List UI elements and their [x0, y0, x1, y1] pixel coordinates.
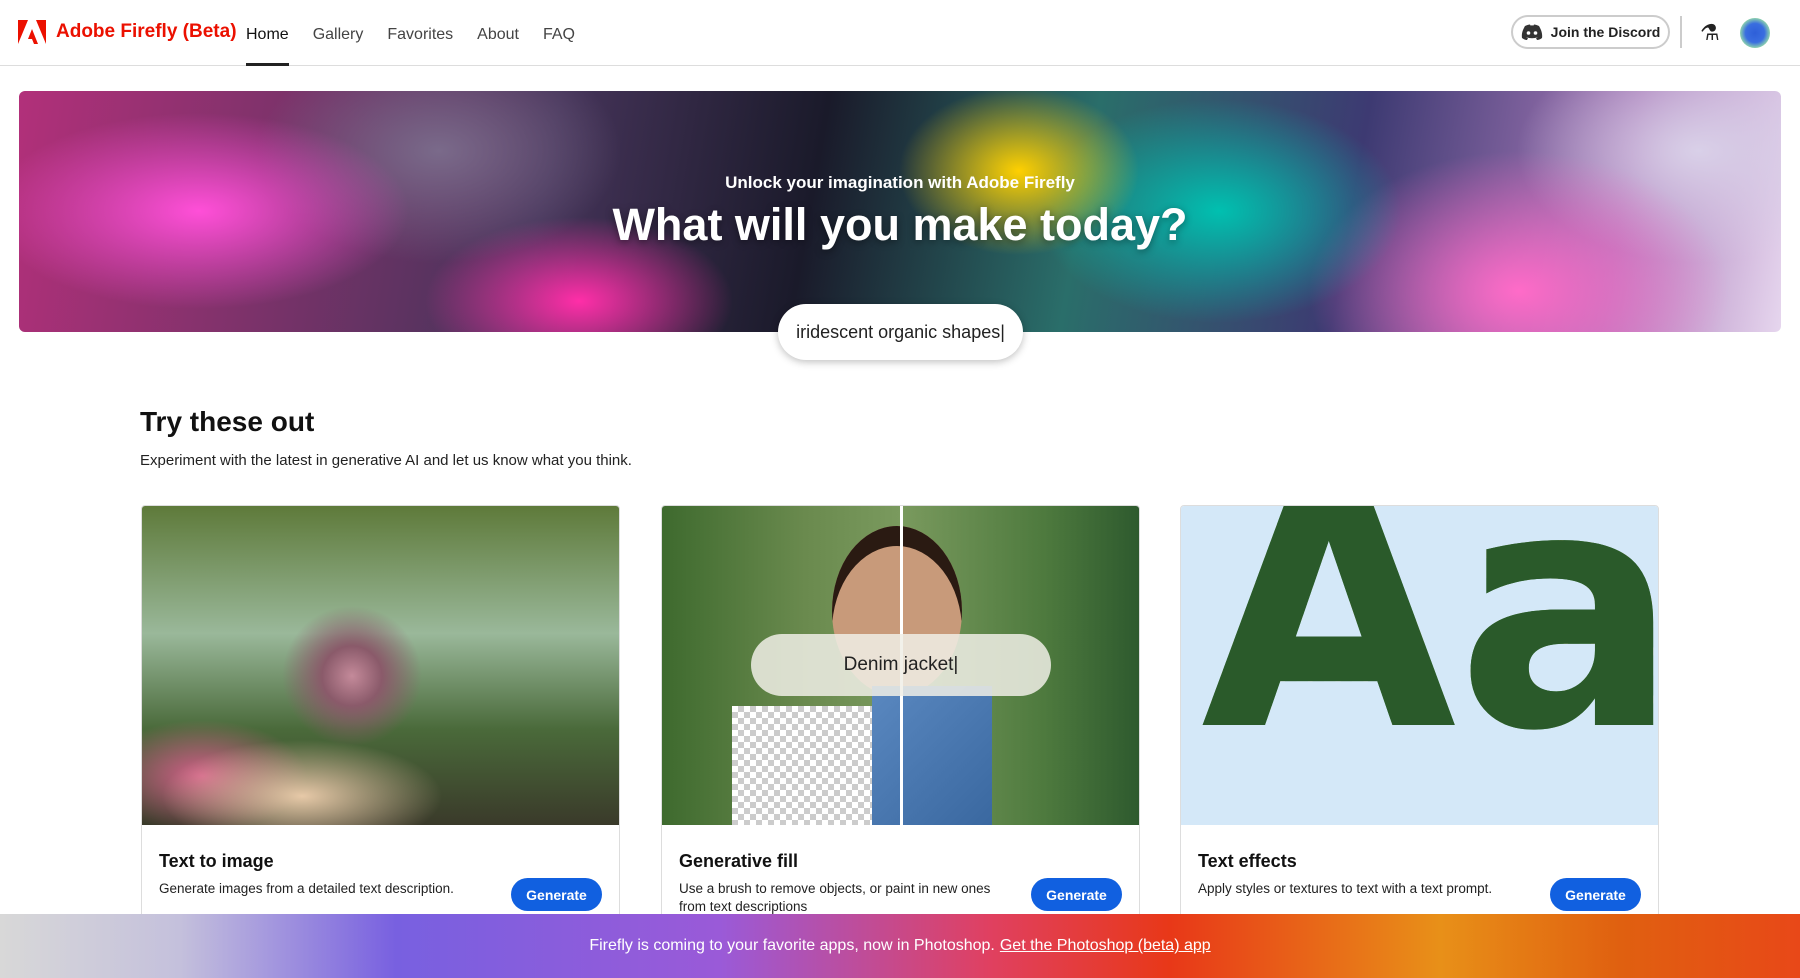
card-generative-fill[interactable]: Denim jacket| Generative fill Use a brus… — [661, 505, 1140, 925]
card-title: Text effects — [1198, 851, 1297, 871]
photoshop-beta-link[interactable]: Get the Photoshop (beta) app — [1000, 937, 1211, 955]
hero-title: What will you make today? — [612, 199, 1188, 250]
tab-about[interactable]: About — [477, 0, 519, 66]
top-nav: Adobe Firefly (Beta) Home Gallery Favori… — [0, 0, 1800, 66]
brand-name: Adobe Firefly (Beta) — [56, 21, 237, 42]
nav-tabs: Home Gallery Favorites About FAQ — [246, 0, 575, 66]
card-description: Apply styles or textures to text with a … — [1198, 881, 1493, 896]
transparency-checker — [732, 706, 872, 825]
hero-banner: Unlock your imagination with Adobe Firef… — [19, 91, 1781, 332]
tab-home[interactable]: Home — [246, 0, 289, 66]
discord-label: Join the Discord — [1550, 24, 1661, 40]
prompt-search-input[interactable]: iridescent organic shapes| — [778, 304, 1023, 360]
divider — [1680, 16, 1682, 48]
leaf-text-art: Aa — [1201, 506, 1658, 776]
card-image: Denim jacket| — [662, 506, 1139, 825]
tab-gallery[interactable]: Gallery — [313, 0, 364, 66]
flask-icon[interactable]: ⚗ — [1700, 20, 1720, 46]
card-image — [142, 506, 619, 825]
banner-text: Firefly is coming to your favorite apps,… — [589, 937, 995, 954]
card-text-effects[interactable]: Aa Text effects Apply styles or textures… — [1180, 505, 1659, 925]
promo-banner: Firefly is coming to your favorite apps,… — [0, 914, 1800, 978]
denim-jacket — [872, 686, 992, 825]
section-title: Try these out — [140, 406, 315, 437]
discord-icon — [1521, 24, 1542, 40]
card-title: Generative fill — [679, 851, 799, 871]
join-discord-button[interactable]: Join the Discord — [1511, 15, 1670, 49]
image-prompt-pill: Denim jacket| — [751, 634, 1051, 696]
adobe-logo-icon — [18, 20, 46, 44]
generate-button[interactable]: Generate — [1550, 878, 1641, 911]
tab-faq[interactable]: FAQ — [543, 0, 575, 66]
generate-button[interactable]: Generate — [1031, 878, 1122, 911]
card-description: Use a brush to remove objects, or paint … — [679, 881, 991, 914]
generate-button[interactable]: Generate — [511, 878, 602, 911]
avatar[interactable] — [1740, 18, 1770, 48]
brand-logo[interactable]: Adobe Firefly (Beta) — [18, 20, 237, 44]
card-title: Text to image — [159, 851, 274, 871]
card-description: Generate images from a detailed text des… — [159, 881, 454, 896]
card-text-to-image[interactable]: Text to image Generate images from a det… — [141, 505, 620, 925]
card-image: Aa — [1181, 506, 1658, 825]
section-subtitle: Experiment with the latest in generative… — [140, 452, 632, 469]
tab-favorites[interactable]: Favorites — [387, 0, 453, 66]
hero-subtitle: Unlock your imagination with Adobe Firef… — [725, 173, 1075, 192]
